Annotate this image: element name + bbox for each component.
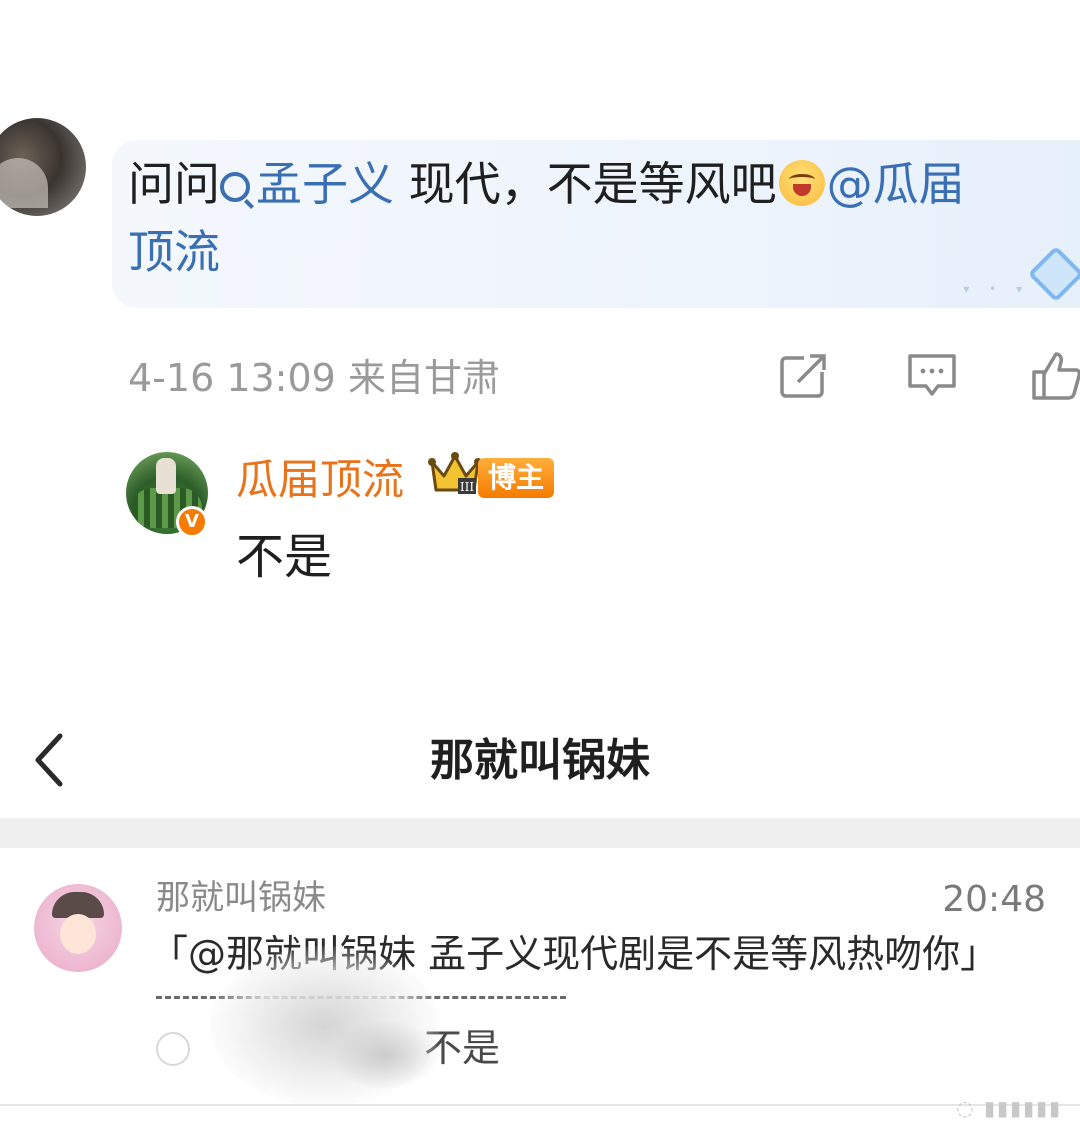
comment-body: 现代，不是等风吧 [394,157,777,211]
page: ▾ • ▾ 问问 孟子义 现代，不是等风吧 @瓜届 顶流 4-16 13:09 来自甘… [0,0,1080,1132]
comment-prefix: 问问 [128,157,220,211]
reply-text: 不是 [236,529,333,585]
svg-text:III: III [460,480,474,494]
chat-avatar[interactable] [34,884,122,972]
like-icon[interactable] [1030,352,1080,400]
reply-indicator-icon [156,1032,190,1066]
crown-level-icon: III [428,452,482,494]
comment-icon[interactable] [906,352,958,400]
mention-link[interactable]: @瓜届 [827,157,965,211]
comment-location: 来自甘肃 [347,356,500,400]
topic-link[interactable]: 孟子义 [220,157,394,211]
commenter-avatar[interactable] [0,118,86,216]
share-icon[interactable] [778,352,830,400]
verified-badge: V [176,506,208,538]
watermark-icon: ◌ ▮▮▮▮▮▮ [956,1096,1062,1120]
search-icon [220,172,250,202]
section-divider [0,818,1080,848]
comment-text: 问问 孟子义 现代，不是等风吧 @瓜届顶流 [128,150,1058,286]
comment-datetime: 4-16 13:09 [128,356,336,400]
comment-meta: 4-16 13:09 来自甘肃 [128,350,500,406]
blogger-badge: 博主 [478,458,555,498]
bottom-divider [0,1104,1080,1106]
reply-author-name[interactable]: 瓜届顶流 [236,450,404,510]
laughing-crying-emoji-icon [778,160,825,206]
mention-link-continued[interactable]: 顶流 [128,225,220,279]
chat-title: 那就叫锅妹 [430,735,650,786]
blur-mask-secondary [330,1020,440,1090]
chat-time: 20:48 [942,879,1046,920]
chat-sender-name: 那就叫锅妹 [156,878,326,918]
